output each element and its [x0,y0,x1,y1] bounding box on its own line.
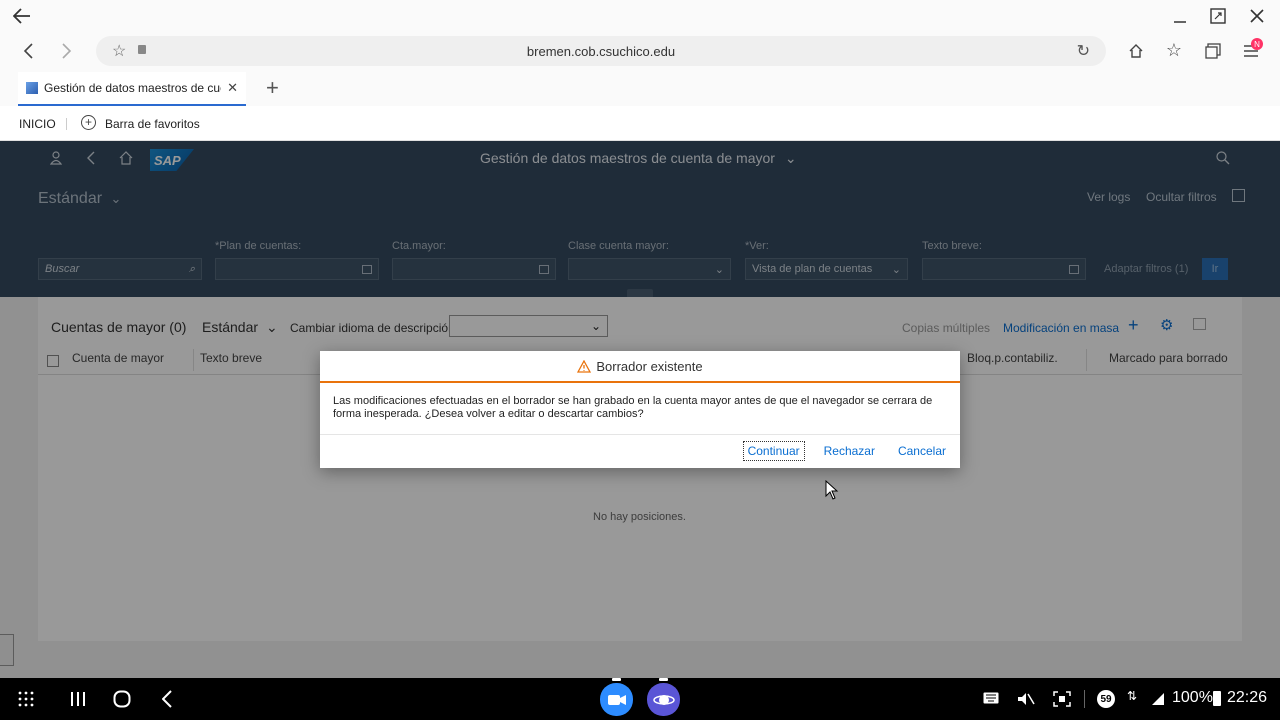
app-running-indicator [659,678,668,681]
keyboard-icon[interactable] [982,690,1000,706]
nav-forward-icon[interactable] [57,41,77,61]
continue-button[interactable]: Continuar [742,440,805,461]
nav-back-icon[interactable] [18,41,38,61]
update-badge: N [1251,38,1263,50]
mute-icon [1016,690,1036,708]
system-nav-bar: 59 ⇅ 100% 22:26 [0,678,1280,720]
app-running-indicator [612,678,621,681]
system-back-icon[interactable] [158,689,176,709]
dialog-body: Las modificaciones efectuadas en el borr… [320,383,960,435]
tab-close-icon[interactable]: ✕ [227,80,238,96]
dialog-header: Borrador existente [320,351,960,383]
dialog-message: Las modificaciones efectuadas en el borr… [333,395,933,420]
draft-dialog: Borrador existente Las modificaciones ef… [320,351,960,468]
tab-favicon-icon [26,82,38,94]
bookmarks-bar: INICIO + Barra de favoritos [0,106,1280,141]
back-arrow-icon[interactable] [10,5,34,27]
lock-icon [138,45,146,54]
bookmark-favorites-bar[interactable]: Barra de favoritos [105,117,200,131]
battery-icon [1213,691,1221,706]
battery-percent: 100% [1172,689,1213,706]
favorites-icon[interactable]: ☆ [1164,39,1184,61]
screenshot-icon[interactable] [1052,690,1072,708]
bookmark-separator [66,118,67,130]
recents-icon[interactable] [68,690,88,708]
address-bar-row: ☆ bremen.cob.csuchico.edu ↻ ☆ N [0,32,1280,70]
favorite-star-icon[interactable]: ☆ [112,41,126,61]
dialog-title: Borrador existente [596,358,703,374]
maximize-icon[interactable] [1208,6,1228,26]
bookmark-inicio[interactable]: INICIO [19,117,56,131]
apps-grid-icon[interactable] [16,690,36,708]
cancel-button[interactable]: Cancelar [894,442,950,460]
dialog-footer: Continuar Rechazar Cancelar [320,435,960,466]
home-icon[interactable] [1126,41,1146,61]
active-tab[interactable]: Gestión de datos maestros de cue... ✕ [18,72,246,106]
minimize-icon[interactable] [1170,6,1190,26]
status-divider [1084,690,1085,708]
zoom-app-icon[interactable] [600,683,633,716]
data-transfer-icon: ⇅ [1127,689,1138,703]
mouse-cursor-icon [825,480,839,500]
browser-app-icon[interactable] [647,683,680,716]
reject-button[interactable]: Rechazar [820,442,879,460]
add-favorite-icon[interactable]: + [81,115,96,130]
browser-title-bar [0,0,1280,32]
url-text: bremen.cob.csuchico.edu [526,43,676,59]
warning-icon [577,359,592,373]
url-field[interactable]: ☆ bremen.cob.csuchico.edu ↻ [96,36,1106,66]
tab-title: Gestión de datos maestros de cue... [44,81,222,95]
tabs-icon[interactable] [1203,41,1223,61]
home-circle-icon[interactable] [112,689,132,709]
close-window-icon[interactable] [1247,6,1267,26]
clock: 22:26 [1227,689,1268,706]
notification-count-badge: 59 [1097,690,1115,708]
reload-icon[interactable]: ↻ [1077,41,1090,61]
tab-strip: Gestión de datos maestros de cue... ✕ + [0,70,1280,106]
signal-icon [1150,690,1166,708]
new-tab-button[interactable]: + [266,75,279,101]
